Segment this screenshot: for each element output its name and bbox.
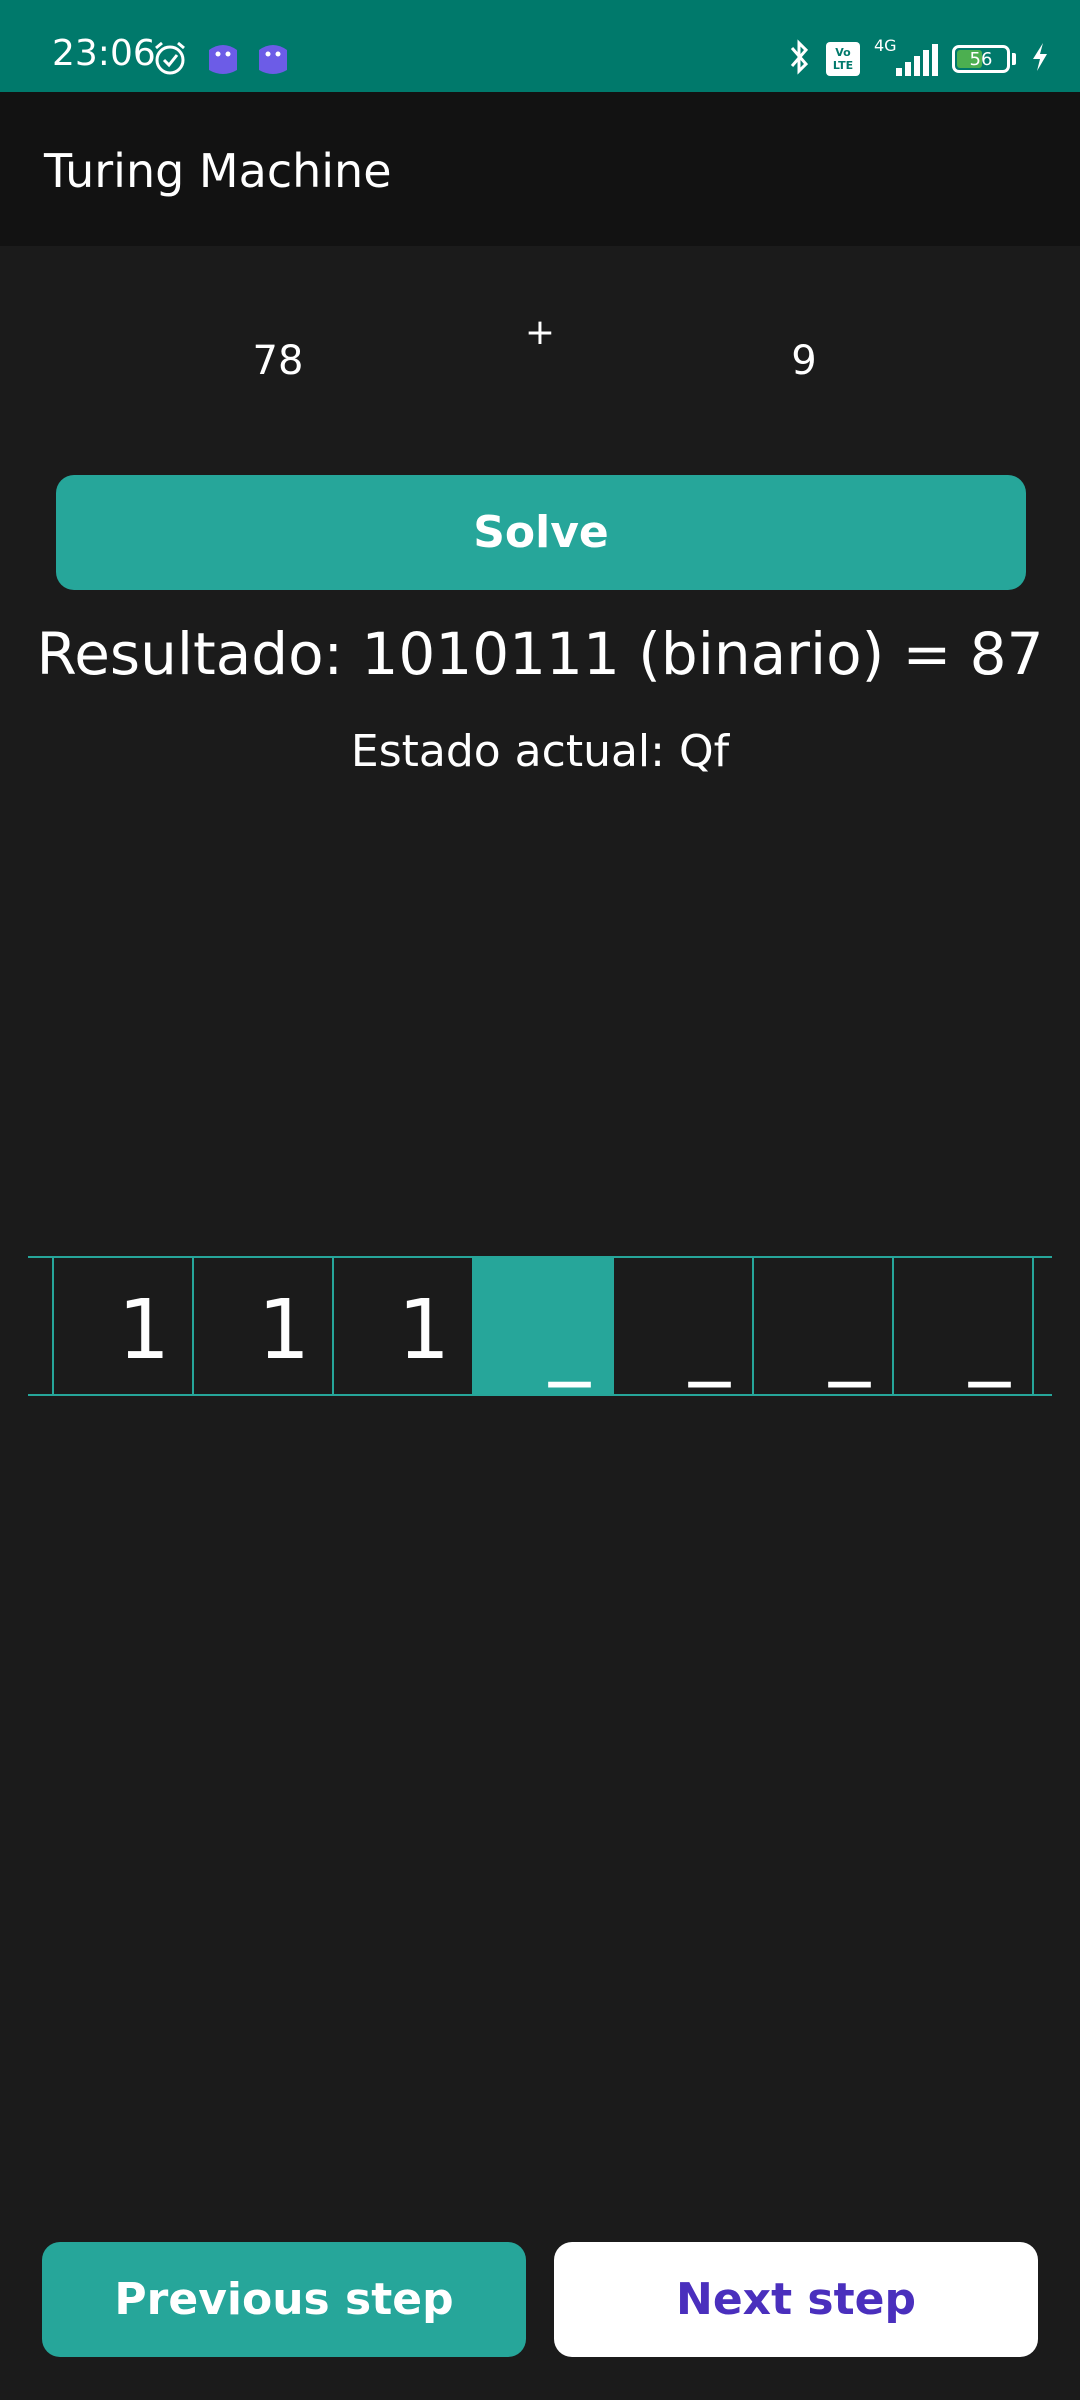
signal-icon: 4G (874, 36, 938, 78)
status-icons: Vo LTE 4G 56 (788, 36, 1050, 80)
tape-cell: _ (612, 1258, 752, 1394)
app-bar: Turing Machine (0, 92, 1080, 246)
screen: 23:06 Vo LTE 4G 56 Turing Machine 78 + 9… (0, 0, 1080, 2400)
right-operand-field[interactable]: 9 (724, 338, 884, 384)
bluetooth-icon (788, 38, 812, 80)
battery-nub (1012, 53, 1016, 65)
app-notification-icon (256, 40, 290, 80)
tape-cell-head: _ (472, 1258, 612, 1394)
tape-cell: _ (892, 1258, 1032, 1394)
app-title: Turing Machine (44, 144, 392, 198)
app-notification-icon (206, 40, 240, 80)
result-text: Resultado: 1010111 (binario) = 87 (36, 620, 1044, 688)
next-step-button[interactable]: Next step (554, 2242, 1038, 2357)
solve-button[interactable]: Solve (56, 475, 1026, 590)
tape-cell-divider (1032, 1258, 1034, 1394)
previous-step-button[interactable]: Previous step (42, 2242, 526, 2357)
volte-icon: Vo LTE (826, 42, 860, 76)
alarm-icon (152, 40, 188, 80)
volte-label-top: Vo (835, 46, 851, 59)
battery-body: 56 (952, 45, 1010, 73)
tape-cell: 1 (52, 1258, 192, 1394)
charging-icon (1030, 41, 1050, 77)
status-bar: 23:06 Vo LTE 4G 56 (0, 0, 1080, 92)
tape-cell: _ (752, 1258, 892, 1394)
left-operand-field[interactable]: 78 (198, 338, 358, 384)
operator-selector[interactable]: + (500, 312, 580, 353)
turing-tape: 1 1 1 _ _ _ _ (28, 1256, 1052, 1396)
status-time: 23:06 (52, 33, 156, 74)
tape-cell: 1 (192, 1258, 332, 1394)
battery-icon: 56 (952, 45, 1016, 73)
battery-level: 56 (969, 48, 993, 70)
tape-cell: 1 (332, 1258, 472, 1394)
current-state-text: Estado actual: Qf (350, 726, 730, 777)
volte-label-bottom: LTE (832, 59, 854, 72)
